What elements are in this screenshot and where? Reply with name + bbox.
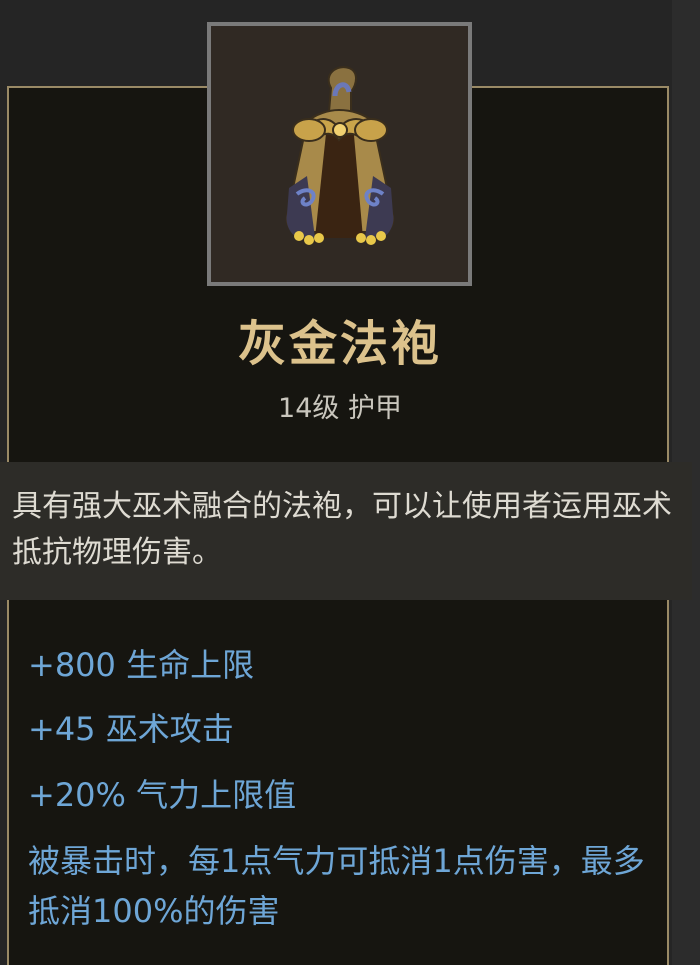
stat-max-health: +800 生命上限 (28, 646, 255, 684)
stat-sorcery-attack: +45 巫术攻击 (28, 710, 234, 748)
item-name: 灰金法袍 (237, 316, 442, 372)
stat-max-stamina: +20% 气力上限值 (28, 776, 297, 814)
robe-icon (285, 66, 395, 245)
item-special-effect: 被暴击时，每1点气力可抵消1点伤害，最多抵消100%的伤害 (28, 842, 645, 930)
item-level-type: 14级 护甲 (278, 393, 402, 424)
item-description: 具有强大巫术融合的法袍，可以让使用者运用巫术抵抗物理伤害。 (12, 489, 672, 570)
item-tooltip: 灰金法袍 14级 护甲 具有强大巫术融合的法袍，可以让使用者运用巫术抵抗物理伤害… (0, 0, 700, 965)
item-icon-frame (207, 22, 472, 286)
